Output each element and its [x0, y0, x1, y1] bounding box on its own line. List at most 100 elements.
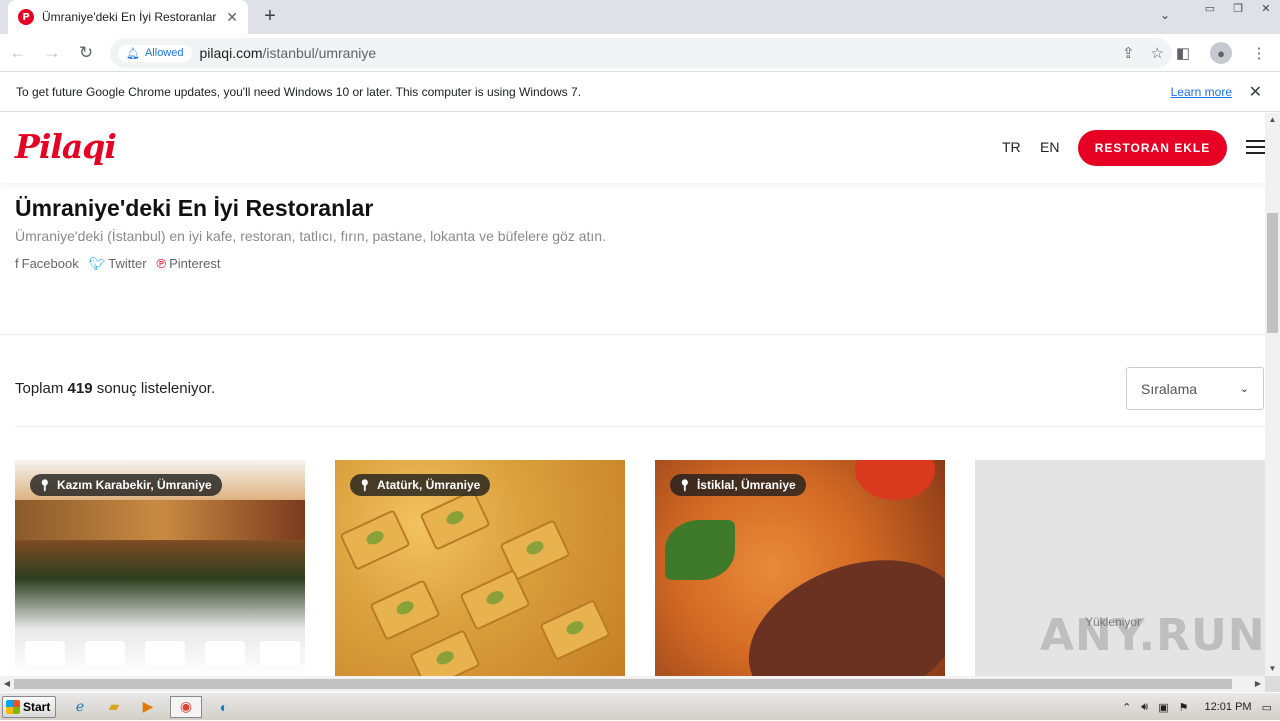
scroll-left-arrow-icon[interactable]: ◀ — [0, 676, 14, 692]
results-prefix: Toplam — [15, 380, 64, 397]
scroll-right-arrow-icon[interactable]: ▶ — [1251, 676, 1265, 692]
horizontal-scroll-thumb[interactable] — [14, 679, 1232, 689]
bookmark-star-icon[interactable]: ☆ — [1151, 44, 1164, 62]
results-divider — [15, 426, 1265, 427]
twitter-share-link[interactable]: 🐦︎ Twitter — [89, 256, 147, 272]
restaurant-card[interactable]: 📍︎ Atatürk, Ümraniye — [335, 460, 625, 676]
update-infobar: To get future Google Chrome updates, you… — [0, 72, 1280, 112]
site-header: Pilaqi TR EN RESTORAN EKLE — [0, 113, 1265, 183]
internet-explorer-icon[interactable]: ℯ — [68, 696, 92, 718]
sort-label: Sıralama — [1141, 380, 1198, 397]
horizontal-scrollbar[interactable]: ◀ ▶ — [0, 676, 1265, 692]
forward-button[interactable]: → — [36, 37, 68, 69]
url-text: pilaqi.com/istanbul/umraniye — [200, 45, 377, 61]
system-tray: ⌃ 🔊︎ ▣ ⚑ 12:01 PM ▭ — [1122, 693, 1280, 721]
twitter-label: Twitter — [108, 256, 147, 271]
page-subtitle: Ümraniye'deki (İstanbul) en iyi kafe, re… — [15, 228, 606, 244]
section-divider — [0, 334, 1265, 335]
show-desktop-icon[interactable]: ▭ — [1262, 701, 1272, 714]
add-restaurant-button[interactable]: RESTORAN EKLE — [1078, 130, 1227, 166]
back-button[interactable]: ← — [2, 37, 34, 69]
facebook-share-link[interactable]: f Facebook — [15, 256, 79, 272]
infobar-close-icon[interactable]: ✕ — [1249, 82, 1262, 102]
vertical-scroll-thumb[interactable] — [1267, 213, 1278, 333]
network-icon[interactable]: ▣ — [1158, 701, 1168, 714]
url-path: /istanbul/umraniye — [262, 45, 377, 61]
location-label: Kazım Karabekir, Ümraniye — [56, 478, 212, 492]
window-controls: ▭ ❐ ✕ — [1196, 0, 1280, 20]
avatar-icon: ● — [1210, 42, 1232, 64]
site-logo[interactable]: Pilaqi — [15, 127, 117, 166]
restaurant-card[interactable]: 📍︎ Kazım Karabekir, Ümraniye — [15, 460, 305, 676]
location-label: Atatürk, Ümraniye — [376, 478, 481, 492]
page-title: Ümraniye'deki En İyi Restoranlar — [15, 195, 374, 221]
clock[interactable]: 12:01 PM — [1205, 701, 1252, 713]
quick-launch: ℯ ▰ ▶ ◉ ◐ — [68, 695, 236, 718]
restore-button[interactable]: ❐ — [1224, 0, 1252, 18]
watermark: ANY.RUN — [1040, 610, 1266, 661]
start-label: Start — [23, 699, 51, 714]
learn-more-link[interactable]: Learn more — [1171, 85, 1232, 99]
bell-icon: 🔔︎ — [126, 47, 140, 60]
start-button[interactable]: Start — [2, 695, 56, 718]
new-tab-button[interactable]: + — [258, 5, 282, 29]
map-pin-icon: 📍︎ — [678, 479, 692, 492]
tab-strip: P Ümraniye'deki En İyi Restoranlar - İs … — [0, 0, 1280, 34]
pinterest-favicon-icon: P — [18, 9, 34, 25]
close-window-button[interactable]: ✕ — [1252, 0, 1280, 18]
chrome-taskbar-icon[interactable]: ◉ — [170, 695, 202, 718]
reload-button[interactable]: ↻ — [70, 37, 102, 69]
share-icon[interactable]: ⇪ — [1122, 44, 1135, 62]
pinterest-label: Pinterest — [169, 256, 221, 271]
restaurant-card[interactable]: 📍︎ İstiklal, Ümraniye — [655, 460, 945, 676]
infobar-message: To get future Google Chrome updates, you… — [16, 84, 582, 99]
tab-title: Ümraniye'deki En İyi Restoranlar - İs — [42, 10, 218, 24]
omnibox-actions: ⇪ ☆ — [1122, 44, 1164, 62]
pinterest-share-link[interactable]: ℗ Pinterest — [157, 256, 221, 272]
toolbar-right: ◧ ● ⋮ — [1170, 38, 1272, 68]
tab-search-icon[interactable]: ⌄ — [1160, 8, 1170, 22]
media-player-icon[interactable]: ▶ — [136, 696, 160, 718]
windows-taskbar: Start ℯ ▰ ▶ ◉ ◐ ⌃ 🔊︎ ▣ ⚑ 12:01 PM ▭ — [0, 692, 1280, 720]
minimize-button[interactable]: ▭ — [1196, 0, 1224, 18]
scrollbar-corner — [1265, 676, 1280, 692]
permission-label: Allowed — [144, 47, 184, 59]
profile-button[interactable]: ● — [1208, 38, 1234, 68]
twitter-icon: 🐦︎ — [88, 256, 106, 271]
scroll-up-arrow-icon[interactable]: ▲ — [1265, 113, 1280, 127]
action-center-flag-icon[interactable]: ⚑ — [1179, 701, 1189, 714]
location-badge: 📍︎ İstiklal, Ümraniye — [670, 474, 806, 496]
sort-select[interactable]: Sıralama ⌄ — [1126, 367, 1264, 410]
facebook-label: Facebook — [21, 256, 79, 271]
results-count: 419 — [67, 380, 93, 397]
pinterest-icon: ℗ — [156, 256, 167, 271]
results-count-text: Toplam 419 sonuç listeleniyor. — [15, 380, 215, 397]
lang-tr-link[interactable]: TR — [1002, 139, 1021, 155]
menu-kebab-icon[interactable]: ⋮ — [1246, 38, 1272, 68]
tray-expand-icon[interactable]: ⌃ — [1122, 701, 1131, 714]
url-host: pilaqi.com — [199, 45, 263, 61]
lang-en-link[interactable]: EN — [1040, 139, 1059, 155]
volume-icon[interactable]: 🔊︎ — [1141, 701, 1148, 714]
edge-icon[interactable]: ◐ — [212, 696, 236, 718]
tab-close-icon[interactable]: ✕ — [226, 9, 238, 26]
permission-chip[interactable]: 🔔︎ Allowed — [118, 44, 192, 62]
map-pin-icon: 📍︎ — [358, 479, 372, 492]
chevron-down-icon: ⌄ — [1239, 383, 1249, 395]
browser-tab[interactable]: P Ümraniye'deki En İyi Restoranlar - İs … — [8, 0, 248, 34]
file-explorer-icon[interactable]: ▰ — [102, 696, 126, 718]
browser-toolbar: ← → ↻ 🔔︎ Allowed pilaqi.com/istanbul/umr… — [0, 34, 1280, 72]
address-bar[interactable]: 🔔︎ Allowed pilaqi.com/istanbul/umraniye … — [110, 38, 1172, 68]
share-links: f Facebook 🐦︎ Twitter ℗ Pinterest — [15, 256, 220, 272]
map-pin-icon: 📍︎ — [38, 479, 52, 492]
side-panel-icon[interactable]: ◧ — [1170, 38, 1196, 68]
location-badge: 📍︎ Kazım Karabekir, Ümraniye — [30, 474, 222, 496]
hamburger-menu-icon[interactable] — [1246, 140, 1265, 155]
vertical-scrollbar[interactable]: ▲ ▼ — [1265, 113, 1280, 676]
facebook-icon: f — [15, 256, 19, 271]
scroll-down-arrow-icon[interactable]: ▼ — [1265, 662, 1280, 676]
windows-logo-icon — [6, 699, 20, 714]
location-badge: 📍︎ Atatürk, Ümraniye — [350, 474, 491, 496]
results-suffix: sonuç listeleniyor. — [96, 380, 216, 397]
location-label: İstiklal, Ümraniye — [696, 478, 796, 492]
